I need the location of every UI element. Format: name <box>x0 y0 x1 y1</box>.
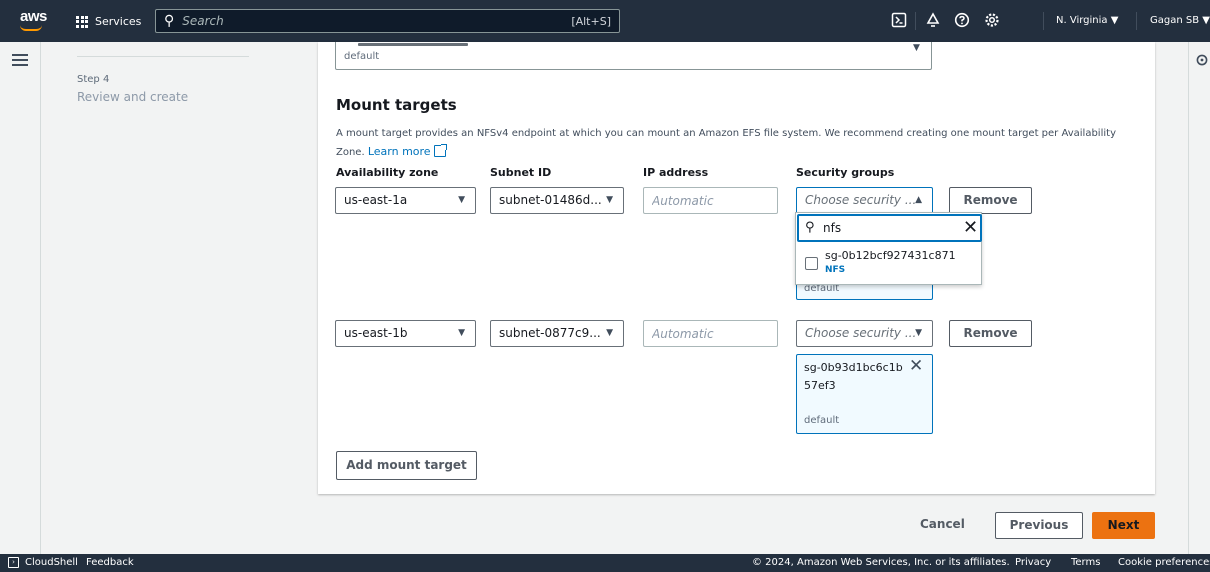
account-menu[interactable]: Gagan SB ▼ <box>1150 15 1210 26</box>
console-footer: › CloudShell Feedback © 2024, Amazon Web… <box>0 554 1210 572</box>
remove-button[interactable]: Remove <box>949 187 1032 214</box>
search-icon: ⚲ <box>164 13 175 29</box>
step-review-and-create[interactable]: Review and create <box>77 90 188 104</box>
settings-gear-icon[interactable] <box>983 12 1001 30</box>
privacy-link[interactable]: Privacy <box>1015 557 1051 568</box>
column-header-availability-zone: Availability zone <box>336 166 439 179</box>
step-number: Step 4 <box>77 74 110 85</box>
terms-link[interactable]: Terms <box>1071 557 1100 568</box>
grid-icon <box>76 15 88 28</box>
ip-address-field[interactable] <box>643 187 778 214</box>
caret-down-icon: ▼ <box>913 43 920 53</box>
caret-down-icon: ▼ <box>606 328 613 338</box>
option-group-name: NFS <box>825 265 846 275</box>
feedback-link[interactable]: Feedback <box>86 557 134 568</box>
vpc-select[interactable]: default ▼ <box>335 42 932 70</box>
security-groups-select[interactable]: Choose security ... ▼ <box>796 320 933 347</box>
region-selector[interactable]: N. Virginia ▼ <box>1056 15 1118 26</box>
caret-up-icon: ▲ <box>915 195 922 205</box>
cloudshell-icon[interactable]: › <box>8 557 19 568</box>
cancel-button[interactable]: Cancel <box>920 517 965 531</box>
services-menu-button[interactable]: Services <box>76 15 141 28</box>
cookie-preferences-link[interactable]: Cookie preferences <box>1118 557 1210 568</box>
security-group-filter[interactable]: ⚲ ✕ <box>797 214 982 242</box>
learn-more-link[interactable]: Learn more <box>368 144 447 158</box>
nav-separator <box>1043 12 1044 30</box>
previous-button[interactable]: Previous <box>995 512 1083 539</box>
security-groups-dropdown: ⚲ ✕ sg-0b12bcf927431c871 NFS <box>795 212 982 285</box>
nav-separator <box>915 12 916 30</box>
ip-address-input[interactable] <box>652 188 769 213</box>
search-icon: ⚲ <box>805 220 815 235</box>
remove-token-icon[interactable]: ✕ <box>909 356 923 376</box>
token-group-id: sg-0b93d1bc6c1b57ef3 <box>804 361 903 392</box>
remove-button[interactable]: Remove <box>949 320 1032 347</box>
copyright-text: © 2024, Amazon Web Services, Inc. or its… <box>752 557 1010 568</box>
subnet-id-select[interactable]: subnet-01486d... ▼ <box>490 187 624 214</box>
search-input[interactable] <box>182 14 572 28</box>
cloudshell-link[interactable]: CloudShell <box>25 557 78 568</box>
aws-logo[interactable]: aws <box>20 8 47 31</box>
vpc-id-clipped <box>358 42 468 47</box>
column-header-subnet-id: Subnet ID <box>490 166 552 179</box>
security-group-token: sg-0b93d1bc6c1b57ef3 default ✕ <box>796 354 933 434</box>
security-group-option[interactable]: sg-0b12bcf927431c871 NFS <box>797 245 982 285</box>
availability-zone-select[interactable]: us-east-1b ▼ <box>335 320 476 347</box>
menu-hamburger-icon[interactable] <box>12 54 28 66</box>
tools-panel-icon[interactable] <box>1196 54 1208 70</box>
next-button[interactable]: Next <box>1092 512 1155 539</box>
global-search[interactable]: ⚲ [Alt+S] <box>155 9 620 33</box>
top-navigation: aws Services ⚲ [Alt+S] N. Virginia ▼ Gag… <box>0 0 1210 42</box>
help-icon[interactable] <box>953 12 971 30</box>
left-panel-divider <box>40 42 41 554</box>
mount-targets-description: A mount target provides an NFSv4 endpoin… <box>336 128 1116 158</box>
vpc-default-label: default <box>344 51 380 62</box>
caret-down-icon: ▼ <box>915 328 922 338</box>
mount-targets-title: Mount targets <box>336 96 457 114</box>
option-checkbox[interactable] <box>805 257 818 270</box>
external-link-icon <box>433 144 447 157</box>
subnet-id-select[interactable]: subnet-0877c9... ▼ <box>490 320 624 347</box>
ip-address-input[interactable] <box>652 321 769 346</box>
add-mount-target-button[interactable]: Add mount target <box>336 451 477 480</box>
notifications-bell-icon[interactable] <box>924 12 942 30</box>
security-groups-select[interactable]: Choose security ... ▲ <box>796 187 933 214</box>
availability-zone-select[interactable]: us-east-1a ▼ <box>335 187 476 214</box>
right-panel-divider <box>1188 42 1189 554</box>
caret-down-icon: ▼ <box>458 328 465 338</box>
column-header-ip-address: IP address <box>643 166 709 179</box>
security-group-filter-input[interactable] <box>823 219 953 237</box>
clear-filter-icon[interactable]: ✕ <box>963 217 978 238</box>
step-divider <box>77 56 249 57</box>
nav-separator <box>1136 12 1137 30</box>
caret-down-icon: ▼ <box>606 195 613 205</box>
token-group-description: default <box>804 415 840 426</box>
ip-address-field[interactable] <box>643 320 778 347</box>
caret-down-icon: ▼ <box>458 195 465 205</box>
aws-smile-icon <box>20 25 42 31</box>
column-header-security-groups: Security groups <box>796 166 895 179</box>
option-group-id: sg-0b12bcf927431c871 <box>825 249 956 262</box>
search-shortcut: [Alt+S] <box>571 14 611 28</box>
cloudshell-icon[interactable] <box>890 12 908 30</box>
